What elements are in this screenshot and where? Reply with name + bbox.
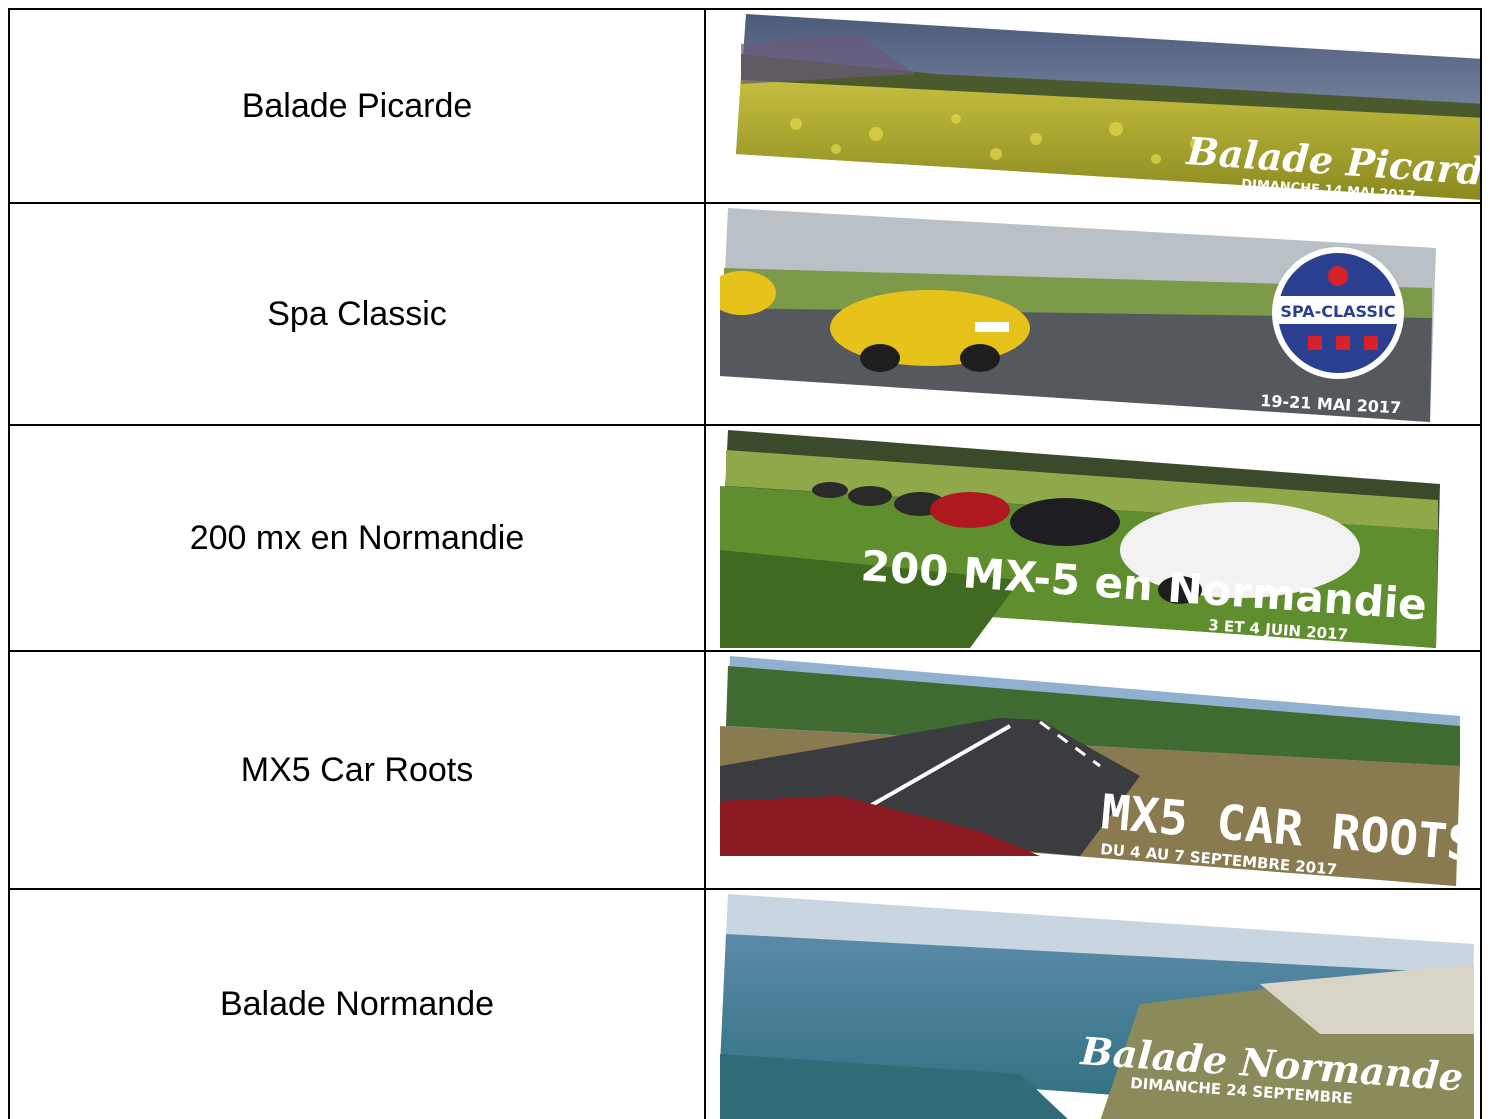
table-row: MX5 Car Roots MX5 CAR ROOTS DU 4 AU 7 SE… [8, 650, 1482, 888]
spa-classic-logo: SPA-CLASSIC [1272, 247, 1404, 379]
table-row: Balade Picarde Balade Picarde DIMANCHE 1… [8, 8, 1482, 202]
table-row: Balade Normande Balade Normande DIMANCHE… [8, 888, 1482, 1119]
table-row: Spa Classic SPA-CLASSIC 19-21 MAI 2017 [8, 202, 1482, 424]
event-name: Spa Classic [267, 294, 447, 333]
event-name-cell: Balade Picarde [8, 8, 704, 202]
event-name-cell: MX5 Car Roots [8, 650, 704, 888]
table-row: 200 mx en Normandie 200 MX-5 en Normandi… [8, 424, 1482, 650]
spa-classic-badge: SPA-CLASSIC [1280, 302, 1395, 321]
event-banner-cell: Balade Picarde DIMANCHE 14 MAI 2017 [704, 8, 1482, 202]
event-banner-cell: Balade Normande DIMANCHE 24 SEPTEMBRE [704, 888, 1482, 1119]
event-banner-image: 200 MX-5 en Normandie 3 ET 4 JUIN 2017 [720, 430, 1440, 648]
banner-picture: Balade Picarde DIMANCHE 14 MAI 2017 [736, 14, 1480, 200]
event-banner-cell: 200 MX-5 en Normandie 3 ET 4 JUIN 2017 [704, 424, 1482, 650]
event-name: 200 mx en Normandie [189, 518, 525, 557]
banner-picture: SPA-CLASSIC 19-21 MAI 2017 [720, 208, 1436, 422]
event-name: Balade Picarde [241, 86, 473, 125]
event-name: MX5 Car Roots [240, 750, 474, 789]
event-name-cell: Balade Normande [8, 888, 704, 1119]
event-banner-image: Balade Normande DIMANCHE 24 SEPTEMBRE [720, 894, 1474, 1119]
events-table: Balade Picarde Balade Picarde DIMANCHE 1… [8, 8, 1482, 1119]
event-name: Balade Normande [219, 985, 495, 1023]
banner-picture: 200 MX-5 en Normandie 3 ET 4 JUIN 2017 [720, 430, 1440, 648]
event-banner-image: SPA-CLASSIC 19-21 MAI 2017 [720, 208, 1436, 422]
banner-picture: MX5 CAR ROOTS DU 4 AU 7 SEPTEMBRE 2017 [720, 656, 1460, 886]
banner-picture: Balade Normande DIMANCHE 24 SEPTEMBRE [720, 894, 1474, 1119]
event-banner-cell: SPA-CLASSIC 19-21 MAI 2017 [704, 202, 1482, 424]
event-banner-image: MX5 CAR ROOTS DU 4 AU 7 SEPTEMBRE 2017 [720, 656, 1460, 886]
event-banner-image: Balade Picarde DIMANCHE 14 MAI 2017 [736, 14, 1480, 200]
event-banner-cell: MX5 CAR ROOTS DU 4 AU 7 SEPTEMBRE 2017 [704, 650, 1482, 888]
event-name-cell: Spa Classic [8, 202, 704, 424]
event-name-cell: 200 mx en Normandie [8, 424, 704, 650]
